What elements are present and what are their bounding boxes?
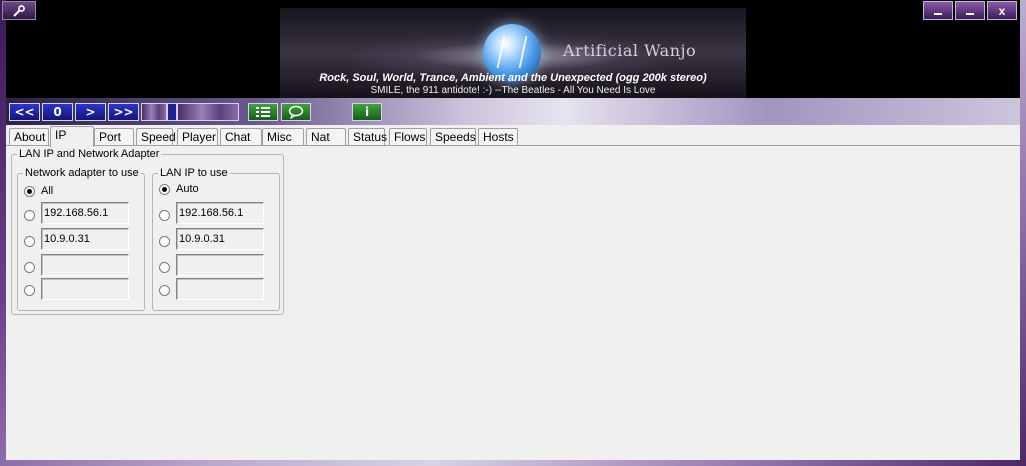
banner: Artificial Wanjo Rock, Soul, World, Tran… bbox=[6, 0, 1020, 98]
lan-ip-option-4-radio[interactable] bbox=[159, 285, 170, 296]
lan-ip-field-2[interactable]: 10.9.0.31 bbox=[176, 228, 264, 250]
adapter-option-1-radio[interactable] bbox=[24, 210, 35, 221]
ip-tab-panel: LAN IP and Network Adapter Network adapt… bbox=[6, 146, 1020, 460]
volume-down-button[interactable] bbox=[141, 103, 167, 121]
volume-slider[interactable] bbox=[177, 103, 239, 121]
playlist-button[interactable] bbox=[248, 103, 278, 121]
adapter-option-3-radio[interactable] bbox=[24, 262, 35, 273]
app-window: Artificial Wanjo Rock, Soul, World, Tran… bbox=[6, 0, 1020, 460]
brand-name: Artificial Wanjo bbox=[563, 41, 697, 60]
adapter-all-label: All bbox=[41, 185, 54, 197]
speech-bubble-icon bbox=[288, 105, 304, 119]
adapter-field-4[interactable] bbox=[41, 278, 129, 300]
now-playing: SMILE, the 911 antidote! :-) --The Beatl… bbox=[370, 85, 656, 96]
adapter-option-4-radio[interactable] bbox=[24, 285, 35, 296]
tab-ip[interactable]: IP bbox=[50, 126, 94, 147]
station-tagline: Rock, Soul, World, Trance, Ambient and t… bbox=[319, 72, 707, 84]
chat-button[interactable] bbox=[281, 103, 311, 121]
lan-ip-auto-label: Auto bbox=[176, 183, 199, 195]
close-button[interactable]: x bbox=[987, 1, 1017, 20]
network-adapter-group: Network adapter to use All 192.168.56.1 … bbox=[17, 167, 145, 311]
lan-ip-field-1[interactable]: 192.168.56.1 bbox=[176, 202, 264, 224]
adapter-option-2-radio[interactable] bbox=[24, 236, 35, 247]
stop-button[interactable]: 0 bbox=[42, 103, 73, 121]
adapter-all-radio[interactable] bbox=[24, 186, 35, 197]
volume-level-indicator[interactable] bbox=[167, 103, 177, 121]
lan-ip-field-4[interactable] bbox=[176, 278, 264, 300]
network-adapter-title: Network adapter to use bbox=[23, 167, 141, 179]
lan-ip-network-adapter-group: LAN IP and Network Adapter Network adapt… bbox=[11, 148, 284, 315]
lan-ip-option-1-radio[interactable] bbox=[159, 210, 170, 221]
play-button[interactable]: > bbox=[75, 103, 106, 121]
minimize-icon bbox=[934, 12, 942, 15]
player-toolbar: << 0 > >> i bbox=[6, 98, 1020, 125]
rewind-button[interactable]: << bbox=[9, 103, 40, 121]
lan-ip-title: LAN IP to use bbox=[158, 167, 230, 179]
adapter-field-2[interactable]: 10.9.0.31 bbox=[41, 228, 129, 250]
lan-ip-field-3[interactable] bbox=[176, 254, 264, 276]
lan-ip-option-3-radio[interactable] bbox=[159, 262, 170, 273]
group-title: LAN IP and Network Adapter bbox=[17, 148, 162, 160]
adapter-field-1[interactable]: 192.168.56.1 bbox=[41, 202, 129, 224]
forward-button[interactable]: >> bbox=[108, 103, 139, 121]
restore-icon bbox=[966, 12, 974, 15]
tab-strip: About IP Port Speed Player Chat Misc Nat… bbox=[6, 126, 1020, 147]
lan-ip-auto-radio[interactable] bbox=[159, 184, 170, 195]
restore-button[interactable] bbox=[955, 1, 985, 20]
settings-button[interactable] bbox=[2, 1, 36, 20]
wrench-icon bbox=[13, 4, 25, 17]
lan-ip-option-2-radio[interactable] bbox=[159, 236, 170, 247]
info-button[interactable]: i bbox=[352, 103, 382, 121]
list-icon bbox=[256, 107, 270, 117]
minimize-button[interactable] bbox=[923, 1, 953, 20]
lan-ip-group: LAN IP to use Auto 192.168.56.1 10.9.0.3… bbox=[152, 167, 280, 311]
adapter-field-3[interactable] bbox=[41, 254, 129, 276]
